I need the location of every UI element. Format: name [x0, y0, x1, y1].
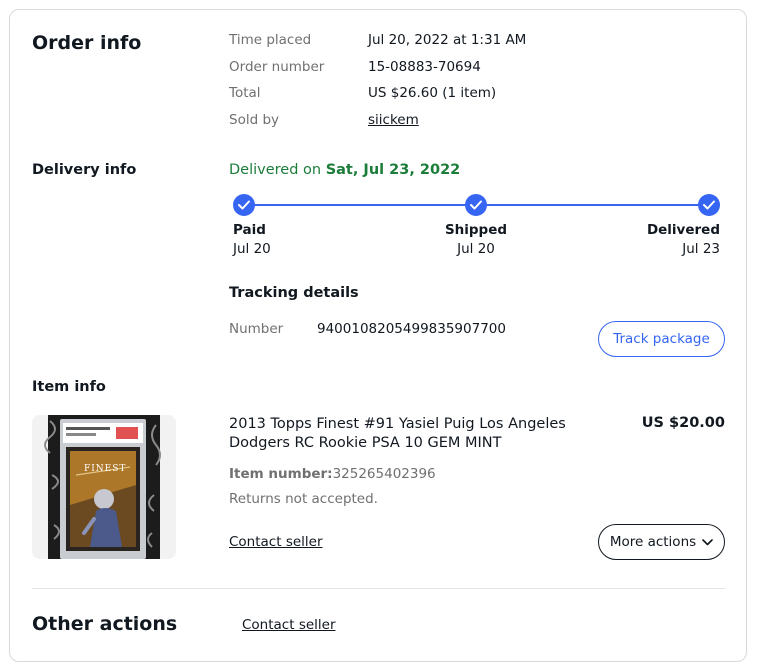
delivery-status-prefix: Delivered on	[229, 162, 326, 178]
item-number: Item number:325265402396	[229, 463, 436, 482]
item-title-link[interactable]: 2013 Topps Finest #91 Yasiel Puig Los An…	[229, 415, 629, 453]
check-icon	[698, 194, 720, 216]
contact-seller-link[interactable]: Contact seller	[229, 534, 323, 550]
tracking-details-title: Tracking details	[229, 285, 359, 301]
total-value: US $26.60 (1 item)	[368, 85, 497, 101]
other-actions-title: Other actions	[32, 613, 178, 635]
order-info-title: Order info	[32, 32, 142, 54]
seller-link[interactable]: siickem	[368, 112, 419, 128]
svg-text:FINEST: FINEST	[84, 464, 126, 474]
item-image[interactable]: FINEST	[32, 415, 176, 559]
track-package-button[interactable]: Track package	[598, 321, 725, 357]
item-info-title: Item info	[32, 379, 106, 395]
step-shipped-date: Jul 20	[457, 241, 495, 257]
delivery-status-date: Sat, Jul 23, 2022	[325, 162, 461, 178]
tracking-number-label: Number	[229, 321, 284, 337]
more-actions-label: More actions	[609, 534, 697, 550]
other-contact-seller-link[interactable]: Contact seller	[242, 617, 336, 633]
tracking-number-value: 9400108205499835907700	[317, 321, 506, 337]
more-actions-button[interactable]: More actions	[598, 524, 725, 560]
time-placed-value: Jul 20, 2022 at 1:31 AM	[368, 32, 527, 48]
delivery-info-title: Delivery info	[32, 162, 137, 178]
item-price: US $20.00	[641, 415, 725, 431]
order-number-label: Order number	[229, 59, 325, 75]
step-delivered-name: Delivered	[646, 222, 720, 238]
order-details-card: Order info Time placed Jul 20, 2022 at 1…	[9, 9, 747, 662]
check-icon	[233, 194, 255, 216]
item-number-label: Item number:	[229, 466, 333, 482]
section-divider	[32, 588, 725, 589]
step-delivered-date: Jul 23	[682, 241, 720, 257]
step-paid-date: Jul 20	[233, 241, 271, 257]
sold-by-label: Sold by	[229, 112, 279, 128]
check-icon	[465, 194, 487, 216]
step-paid-name: Paid	[233, 222, 266, 238]
total-label: Total	[229, 85, 261, 101]
item-number-value: 325265402396	[332, 466, 436, 482]
order-number-value: 15-08883-70694	[368, 59, 481, 75]
chevron-down-icon	[702, 538, 713, 546]
time-placed-label: Time placed	[229, 32, 312, 48]
step-shipped-name: Shipped	[444, 222, 508, 238]
returns-policy: Returns not accepted.	[229, 491, 378, 507]
delivery-status: Delivered on Sat, Jul 23, 2022	[229, 162, 460, 178]
